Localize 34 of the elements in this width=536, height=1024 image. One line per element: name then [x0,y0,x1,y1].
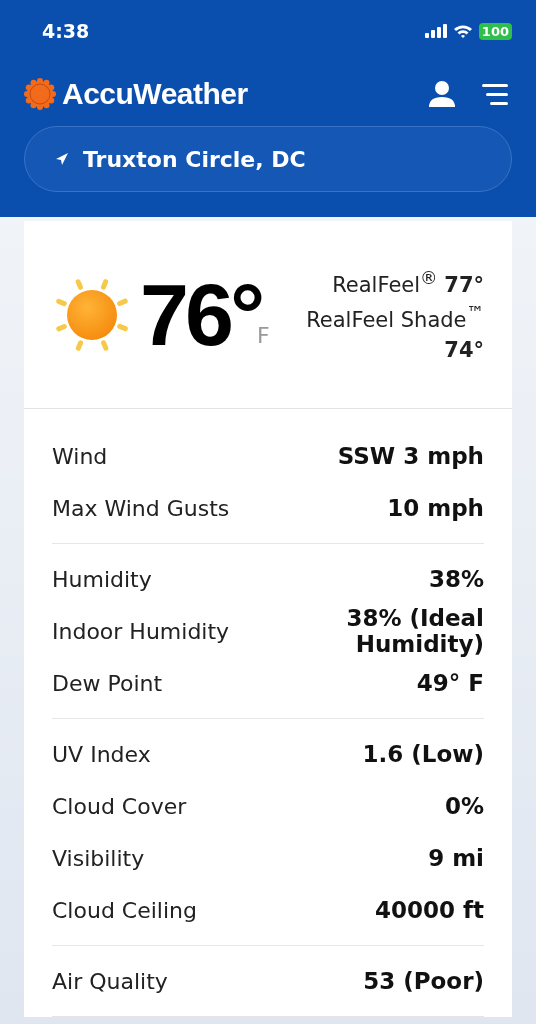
detail-value: 38% [428,566,484,592]
sun-logo-icon [24,78,56,110]
detail-value: 49° F [416,670,484,696]
detail-label: Cloud Cover [52,793,187,819]
detail-label: Visibility [52,845,145,871]
detail-value: 38% (Ideal Humidity) [345,605,484,657]
detail-label: Indoor Humidity [52,618,230,644]
detail-value: 53 (Poor) [363,968,484,994]
detail-value: SSW 3 mph [337,443,484,469]
realfeel-label: RealFeel$^{®}$ [332,272,438,297]
detail-label: Cloud Ceiling [52,897,197,923]
realfeel-shade-value: 74° [444,337,484,362]
location-arrow-icon [55,152,69,166]
detail-value: 1.6 (Low) [362,741,484,767]
detail-value: 0% [444,793,484,819]
detail-label: Humidity [52,566,152,592]
detail-value: 40000 ft [374,897,484,923]
detail-value: 9 mi [428,845,484,871]
detail-label: Dew Point [52,670,163,696]
account-icon[interactable] [428,80,456,108]
location-button[interactable]: Truxton Circle, DC [24,126,512,192]
battery-level: 100 [478,22,512,40]
detail-label: Wind [52,443,108,469]
detail-value: 10 mph [387,495,484,521]
signal-icon [424,24,447,38]
status-time: 4:38 [42,20,90,42]
brand-name: AccuWeather [62,77,248,111]
menu-icon[interactable] [482,83,508,105]
realfeel-value: 77° [444,272,484,297]
detail-label: UV Index [52,741,151,767]
detail-label: Max Wind Gusts [52,495,230,521]
realfeel-shade-label: RealFeel Shade$^{™}$ [306,302,484,332]
wifi-icon [452,23,473,39]
detail-label: Air Quality [52,968,168,994]
